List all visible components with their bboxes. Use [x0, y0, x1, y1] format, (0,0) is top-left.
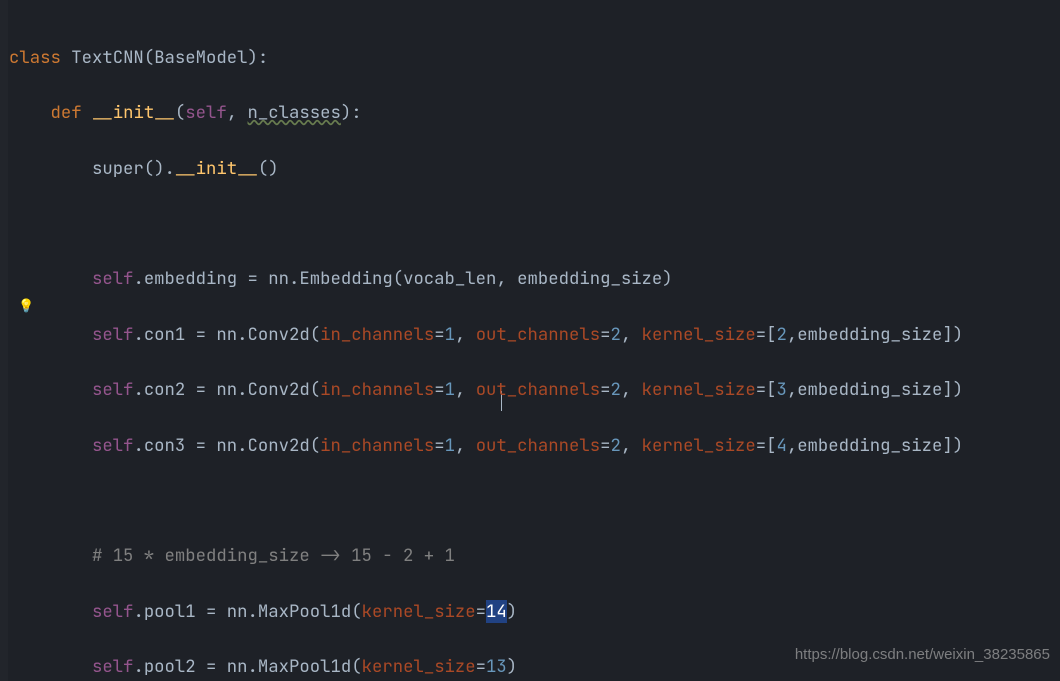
code-line[interactable]: self.con1 = nn.Conv2d(in_channels=1, out…	[9, 321, 984, 349]
code-line[interactable]: self.embedding = nn.Embedding(vocab_len,…	[9, 265, 984, 293]
blank-line	[9, 487, 984, 515]
code-line[interactable]: # 15 * embedding_size -> 15 - 2 + 1	[9, 542, 984, 570]
code-line[interactable]: def __init__(self, n_classes):	[9, 99, 984, 127]
selected-text: 14	[486, 600, 507, 623]
blank-line	[9, 210, 984, 238]
code-line[interactable]: super().__init__()	[9, 155, 984, 183]
watermark: https://blog.csdn.net/weixin_38235865	[795, 641, 1050, 669]
code-line[interactable]: class TextCNN(BaseModel):	[9, 44, 984, 72]
code-editor[interactable]: class TextCNN(BaseModel): def __init__(s…	[9, 16, 984, 681]
code-line[interactable]: self.con3 = nn.Conv2d(in_channels=1, out…	[9, 432, 984, 460]
code-line[interactable]: self.con2 = nn.Conv2d(in_channels=1, out…	[9, 376, 984, 404]
code-line[interactable]: self.pool1 = nn.MaxPool1d(kernel_size=14…	[9, 598, 984, 626]
gutter	[0, 0, 8, 681]
